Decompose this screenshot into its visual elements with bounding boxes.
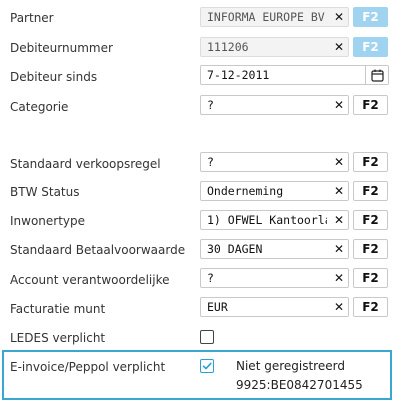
partner-value: INFORMA EUROPE BV <box>207 10 325 24</box>
peppol-highlight-box <box>2 350 392 400</box>
betaalvoorwaarde-field[interactable]: 30 DAGEN ✕ <box>200 239 349 259</box>
munt-value: EUR <box>207 300 228 314</box>
ledes-label: LEDES verplicht <box>10 331 106 345</box>
debiteur-sinds-field[interactable]: 7-12-2011 <box>200 65 389 85</box>
peppol-id: 9925:BE0842701455 <box>236 378 363 392</box>
account-label: Account verantwoordelijke <box>10 273 170 287</box>
munt-field[interactable]: EUR ✕ <box>200 297 349 317</box>
betaalvoorwaarde-f2-button[interactable]: F2 <box>353 239 388 259</box>
checkmark-icon <box>202 362 212 370</box>
partner-label: Partner <box>10 11 54 25</box>
inwonertype-label: Inwonertype <box>10 214 86 228</box>
verkoopsregel-label: Standaard verkoopsregel <box>10 157 161 171</box>
betaalvoorwaarde-clear-icon[interactable]: ✕ <box>334 240 344 259</box>
betaalvoorwaarde-label: Standaard Betaalvoorwaarde <box>10 243 186 257</box>
categorie-clear-icon[interactable]: ✕ <box>334 96 344 115</box>
btw-status-value: Onderneming <box>207 184 284 198</box>
betaalvoorwaarde-value: 30 DAGEN <box>207 242 263 256</box>
debiteurnummer-f2-button[interactable]: F2 <box>353 37 388 57</box>
account-value: ? <box>207 271 214 285</box>
partner-clear-icon[interactable]: ✕ <box>334 8 344 27</box>
btw-status-f2-button[interactable]: F2 <box>353 181 388 201</box>
inwonertype-value: 1) OFWEL Kantoorlanc <box>207 213 327 227</box>
account-f2-button[interactable]: F2 <box>353 268 388 288</box>
verkoopsregel-f2-button[interactable]: F2 <box>353 152 388 172</box>
debiteur-sinds-label: Debiteur sinds <box>10 70 98 84</box>
account-clear-icon[interactable]: ✕ <box>334 269 344 288</box>
inwonertype-clear-icon[interactable]: ✕ <box>334 211 344 230</box>
debiteurnummer-label: Debiteurnummer <box>10 41 113 55</box>
verkoopsregel-value: ? <box>207 155 214 169</box>
categorie-value: ? <box>207 98 214 112</box>
debiteur-sinds-value: 7-12-2011 <box>207 68 270 82</box>
peppol-status: Niet geregistreerd <box>236 359 345 373</box>
account-field[interactable]: ? ✕ <box>200 268 349 288</box>
inwonertype-field[interactable]: 1) OFWEL Kantoorlanc ✕ <box>200 210 349 230</box>
partner-f2-button[interactable]: F2 <box>353 7 388 27</box>
categorie-field[interactable]: ? ✕ <box>200 95 349 115</box>
peppol-label: E-invoice/Peppol verplicht <box>10 360 166 374</box>
calendar-icon[interactable] <box>365 66 388 84</box>
partner-field: INFORMA EUROPE BV ✕ <box>200 7 349 27</box>
btw-status-field[interactable]: Onderneming ✕ <box>200 181 349 201</box>
munt-f2-button[interactable]: F2 <box>353 297 388 317</box>
munt-clear-icon[interactable]: ✕ <box>334 298 344 317</box>
verkoopsregel-field[interactable]: ? ✕ <box>200 152 349 172</box>
btw-status-label: BTW Status <box>10 185 80 199</box>
peppol-checkbox[interactable] <box>200 359 214 373</box>
verkoopsregel-clear-icon[interactable]: ✕ <box>334 153 344 172</box>
munt-label: Facturatie munt <box>10 302 106 316</box>
categorie-label: Categorie <box>10 100 69 114</box>
ledes-checkbox[interactable] <box>200 330 214 344</box>
btw-status-clear-icon[interactable]: ✕ <box>334 182 344 201</box>
debiteurnummer-value: 111206 <box>207 40 249 54</box>
debiteurnummer-field: 111206 ✕ <box>200 37 349 57</box>
categorie-f2-button[interactable]: F2 <box>353 95 388 115</box>
debiteurnummer-clear-icon[interactable]: ✕ <box>334 38 344 57</box>
inwonertype-f2-button[interactable]: F2 <box>353 210 388 230</box>
